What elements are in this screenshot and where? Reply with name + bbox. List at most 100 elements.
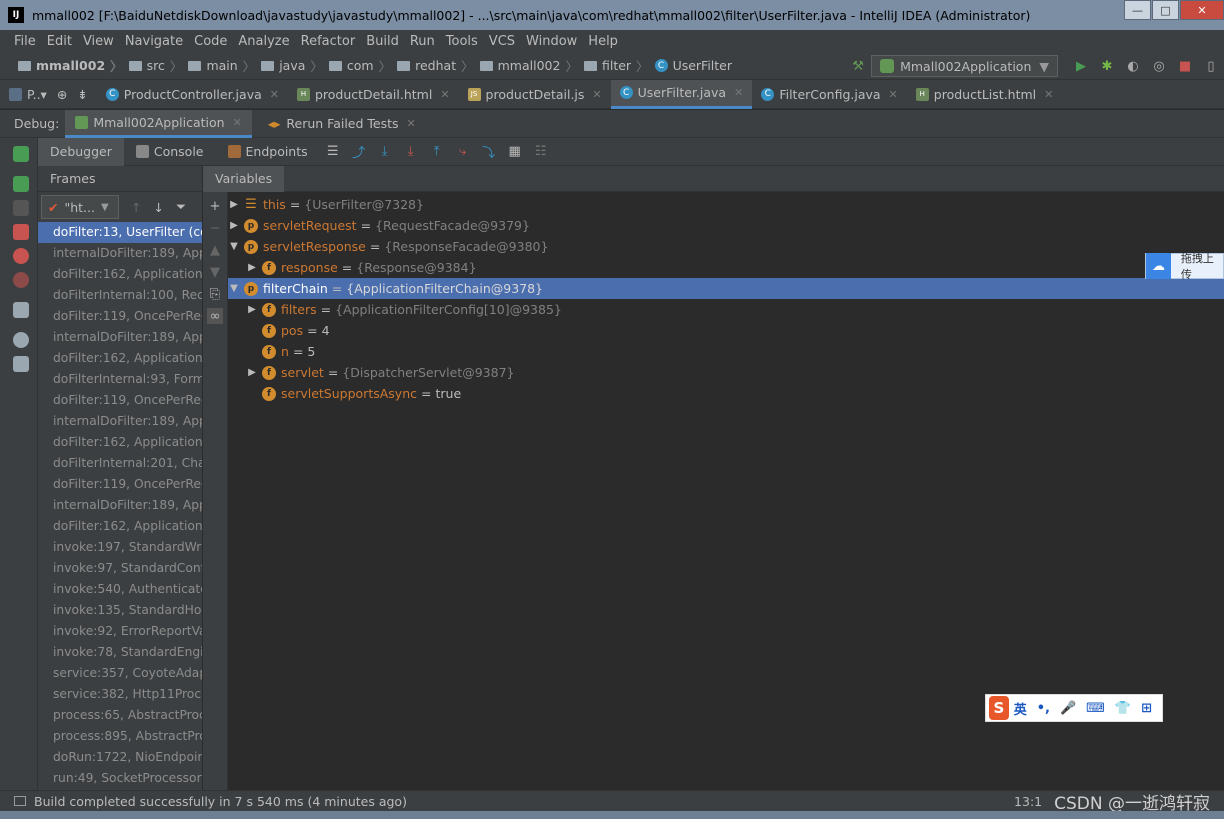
target-icon[interactable]: ⊕	[57, 87, 67, 102]
close-icon[interactable]: ✕	[889, 88, 898, 101]
frame-row[interactable]: service:357, CoyoteAdapte	[38, 663, 202, 684]
ime-punctuation-icon[interactable]: •,	[1037, 701, 1050, 716]
menu-analyze[interactable]: Analyze	[238, 34, 289, 49]
sogou-logo-icon[interactable]: S	[989, 696, 1009, 720]
variable-row[interactable]: ▼ p servletResponse = {ResponseFacade@9380…	[228, 236, 1224, 257]
profile-icon[interactable]: ◎	[1150, 57, 1168, 75]
frame-row[interactable]: doFilter:162, ApplicationFi	[38, 264, 202, 285]
move-down-icon[interactable]: ▼	[207, 264, 223, 280]
frame-row[interactable]: invoke:97, StandardConte	[38, 558, 202, 579]
expand-arrow-icon[interactable]: ▶	[246, 304, 258, 315]
close-icon[interactable]: ✕	[270, 88, 279, 101]
close-icon[interactable]: ✕	[233, 116, 242, 129]
keyboard-icon[interactable]: ⌨	[1086, 701, 1105, 716]
maximize-button[interactable]: □	[1152, 0, 1179, 20]
close-icon[interactable]: ✕	[440, 88, 449, 101]
tab-console[interactable]: Console	[124, 138, 216, 166]
rerun-icon[interactable]	[13, 146, 29, 162]
frame-row[interactable]: internalDoFilter:189, Appli	[38, 327, 202, 348]
tab-debugger[interactable]: Debugger	[38, 137, 124, 166]
frame-row[interactable]: internalDoFilter:189, Appli	[38, 411, 202, 432]
stop-icon[interactable]: ■	[1176, 57, 1194, 75]
menu-edit[interactable]: Edit	[47, 34, 72, 49]
mute-breakpoints-icon[interactable]	[13, 272, 29, 288]
frame-row[interactable]: invoke:135, StandardHost	[38, 600, 202, 621]
close-icon[interactable]: ✕	[407, 117, 416, 130]
variable-row[interactable]: ▶ f response = {Response@9384}	[228, 257, 1224, 278]
tab-productdetail-html[interactable]: H productDetail.html ✕	[288, 80, 459, 109]
frame-row[interactable]: run:49, SocketProcessorB	[38, 768, 202, 789]
coverage-icon[interactable]: ◐	[1124, 57, 1142, 75]
variable-row[interactable]: ▶ ☰ this = {UserFilter@7328}	[228, 194, 1224, 215]
frame-row[interactable]: doFilter:162, ApplicationFi	[38, 348, 202, 369]
copy-icon[interactable]: ⎘	[207, 286, 223, 302]
frame-row[interactable]: doFilter:162, ApplicationFi	[38, 516, 202, 537]
menu-file[interactable]: File	[14, 34, 36, 49]
gear-icon[interactable]	[13, 332, 29, 348]
run-config-select[interactable]: Mmall002Application ▼	[871, 55, 1058, 77]
menu-refactor[interactable]: Refactor	[301, 34, 356, 49]
breadcrumb-userfilter[interactable]: C UserFilter	[654, 58, 732, 73]
view-breakpoints-icon[interactable]	[13, 248, 29, 264]
step-out-icon[interactable]: ⤒	[429, 144, 445, 160]
frame-row[interactable]: invoke:197, StandardWrap	[38, 537, 202, 558]
step-over-icon[interactable]: ⤓	[377, 144, 393, 160]
menu-view[interactable]: View	[83, 34, 114, 49]
variables-tab[interactable]: Variables	[203, 165, 285, 192]
frame-row[interactable]: doFilter:162, ApplicationFi	[38, 432, 202, 453]
arrow-down-icon[interactable]: ↓	[153, 200, 163, 215]
frame-row[interactable]: internalDoFilter:189, Appli	[38, 243, 202, 264]
breadcrumb-main[interactable]: main 〉	[188, 56, 255, 75]
tab-userfilter[interactable]: C UserFilter.java ✕	[610, 79, 753, 109]
step-into-icon[interactable]: ⤓	[403, 144, 419, 160]
show-execution-point-icon[interactable]: ⤴	[351, 144, 367, 161]
menu-tools[interactable]: Tools	[446, 34, 478, 49]
frame-row[interactable]: doFilter:119, OncePerReq	[38, 306, 202, 327]
tab-filterconfig[interactable]: C FilterConfig.java ✕	[752, 80, 906, 109]
frame-row[interactable]: internalDoFilter:189, Appli	[38, 495, 202, 516]
breadcrumb-project[interactable]: mmall002 〉	[18, 56, 123, 75]
drop-frame-icon[interactable]: ⤷	[455, 144, 471, 160]
frame-row[interactable]: process:65, AbstractProce	[38, 705, 202, 726]
menu-window[interactable]: Window	[526, 34, 577, 49]
tab-productdetail-js[interactable]: JS productDetail.js ✕	[459, 80, 611, 109]
close-icon[interactable]: ✕	[592, 88, 601, 101]
breadcrumb-java[interactable]: java 〉	[261, 56, 323, 75]
layout-icon[interactable]: ▯	[1202, 57, 1220, 75]
menu-help[interactable]: Help	[588, 34, 618, 49]
layout-menu-icon[interactable]: ☰	[325, 144, 341, 160]
frame-row[interactable]: doFilterInternal:100, Requ	[38, 285, 202, 306]
frame-row[interactable]: invoke:540, Authenticator	[38, 579, 202, 600]
trace-icon[interactable]: ☷	[533, 144, 549, 160]
microphone-icon[interactable]: 🎤	[1060, 701, 1076, 716]
variable-row-selected[interactable]: ▼ p filterChain = {ApplicationFilterChain@…	[228, 278, 1224, 299]
caret-position[interactable]: 13:1	[1014, 794, 1042, 809]
expand-arrow-icon[interactable]: ▶	[246, 262, 258, 273]
minimize-button[interactable]: —	[1124, 0, 1151, 20]
expand-arrow-icon[interactable]: ▶	[246, 367, 258, 378]
add-watch-icon[interactable]: +	[207, 198, 223, 214]
collapse-arrow-icon[interactable]: ▼	[228, 241, 240, 252]
debug-icon[interactable]: ✱	[1098, 57, 1116, 75]
breadcrumb-redhat[interactable]: redhat 〉	[397, 56, 474, 75]
resume-icon[interactable]	[13, 176, 29, 192]
run-icon[interactable]: ▶	[1072, 57, 1090, 75]
frame-row[interactable]: doFilter:119, OncePerReq	[38, 390, 202, 411]
frame-row[interactable]: doFilter:119, OncePerReq	[38, 474, 202, 495]
close-button[interactable]: ✕	[1180, 0, 1224, 20]
skin-icon[interactable]: 👕	[1115, 701, 1131, 716]
variable-row[interactable]: ▶ f servlet = {DispatcherServlet@9387}	[228, 362, 1224, 383]
close-icon[interactable]: ✕	[734, 86, 743, 99]
watches-toggle-icon[interactable]: ∞	[207, 308, 223, 324]
tab-productlist-html[interactable]: H productList.html ✕	[907, 80, 1063, 109]
remove-watch-icon[interactable]: −	[207, 220, 223, 236]
frame-row[interactable]: invoke:78, StandardEngin	[38, 642, 202, 663]
evaluate-expression-icon[interactable]: ▦	[507, 144, 523, 160]
thread-select[interactable]: ✔ "ht... ▼	[41, 195, 119, 219]
settings-icon[interactable]: ⇟	[77, 87, 87, 102]
tool-window-toggle-icon[interactable]	[14, 796, 26, 806]
menu-run[interactable]: Run	[410, 34, 435, 49]
frame-row[interactable]: doFilter:13, UserFilter (co	[38, 222, 202, 243]
breadcrumb-filter[interactable]: filter 〉	[583, 56, 649, 75]
menu-vcs[interactable]: VCS	[489, 34, 515, 49]
